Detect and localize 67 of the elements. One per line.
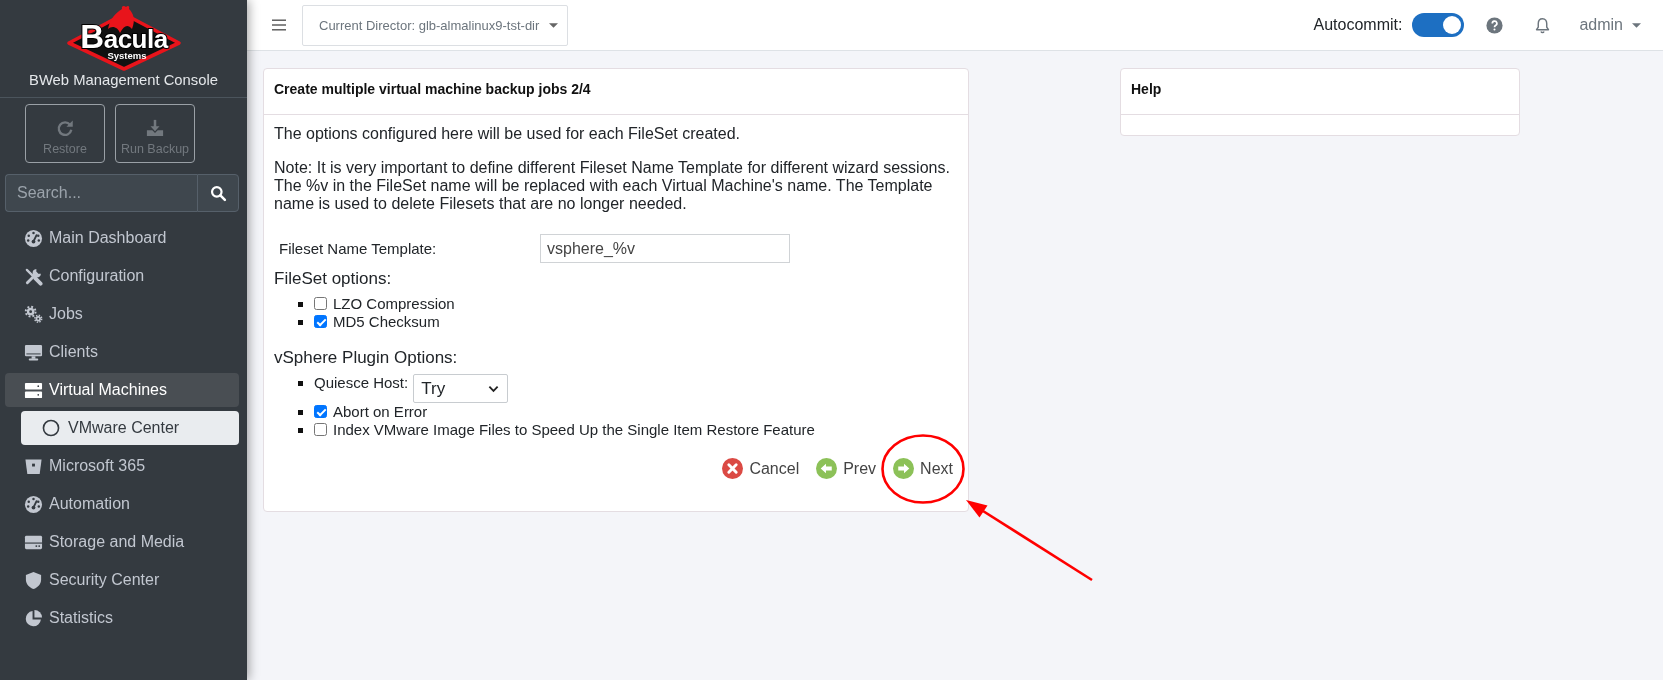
monitor-icon — [24, 342, 43, 362]
menu-item[interactable]: Security Center — [5, 563, 239, 597]
director-dropdown[interactable]: Current Director: glb-almalinux9-tst-dir — [302, 4, 568, 46]
menu-button[interactable] — [270, 17, 288, 33]
circle-icon — [42, 419, 60, 437]
menu-item[interactable]: Configuration — [5, 259, 239, 293]
gauge-icon — [24, 228, 43, 248]
option-label: Index VMware Image Files to Speed Up the Single Item Restore Feature — [333, 421, 815, 439]
bullet-icon — [298, 410, 303, 415]
caret-icon — [1632, 22, 1641, 28]
circular-arrow-icon — [56, 119, 74, 137]
section-heading: FileSet options: — [274, 269, 393, 289]
menu-item[interactable]: Statistics — [5, 601, 239, 635]
card-title: Create multiple virtual machine backup jobs 2/4 — [264, 69, 968, 115]
pie-chart-icon — [24, 608, 43, 628]
option-label: Abort on Error — [333, 403, 428, 421]
search-button[interactable] — [197, 174, 239, 212]
select-dropdown[interactable]: Try — [413, 374, 509, 403]
download-icon — [146, 119, 164, 137]
menu-item[interactable]: Main Dashboard — [5, 221, 239, 255]
checkbox[interactable] — [314, 405, 327, 418]
submenu-item[interactable]: VMware Center — [21, 411, 239, 445]
checkbox[interactable] — [314, 297, 327, 310]
checkbox[interactable] — [314, 423, 327, 436]
bullet-icon — [298, 381, 303, 386]
shield-icon — [24, 570, 43, 590]
search-field[interactable]: Search... — [5, 174, 197, 212]
gauge-icon — [24, 494, 43, 514]
note-text: Note: It is very important to define different Fileset Name Template for different wizard sessions. The %v in the FileSet name will be replaced with each Virtual Machine's name. The Template name is used to delete Filesets that are no longer needed. — [274, 159, 951, 213]
menu-icon — [272, 19, 286, 31]
intro-text: The options configured here will be used for each FileSet created. — [274, 125, 742, 143]
bullet-icon — [298, 302, 303, 307]
tools-icon — [24, 266, 43, 286]
section-heading: vSphere Plugin Options: — [274, 348, 459, 368]
gears-icon — [24, 304, 43, 324]
menu-item[interactable]: Clients — [5, 335, 239, 369]
bullet-icon — [298, 428, 303, 433]
caret-icon — [549, 22, 559, 28]
left-arrow-circle-icon — [816, 458, 838, 479]
server-icon — [24, 380, 43, 400]
search-icon — [209, 184, 227, 202]
bullet-icon — [298, 320, 303, 325]
option-label: MD5 Checksum — [333, 313, 440, 331]
menu-item[interactable]: Microsoft 365 — [5, 449, 239, 483]
menu-item[interactable]: Jobs — [5, 297, 239, 331]
field-label: Fileset Name Template: — [278, 239, 438, 258]
help-icon[interactable] — [1486, 16, 1504, 34]
card-title: Help — [1121, 69, 1519, 115]
menu-item[interactable]: Automation — [5, 487, 239, 521]
user-menu[interactable]: admin — [1579, 16, 1641, 34]
bucket-icon — [24, 456, 43, 476]
logo-tagline: Systems — [106, 49, 147, 61]
right-arrow-circle-icon — [893, 458, 915, 479]
cancel-button[interactable]: Cancel — [722, 458, 800, 479]
console-title: BWeb Management Console — [29, 72, 218, 89]
prev-button[interactable]: Prev — [816, 458, 877, 479]
bell-icon[interactable] — [1534, 16, 1552, 34]
autocommit-toggle[interactable] — [1412, 13, 1465, 37]
template-input[interactable]: vsphere_%v — [540, 234, 790, 263]
chevron-down-icon — [488, 384, 500, 393]
checkbox[interactable] — [314, 315, 327, 328]
autocommit-label: Autocommit: — [1313, 16, 1403, 34]
option-label: Quiesce Host: — [314, 374, 409, 392]
x-circle-icon — [722, 458, 744, 479]
option-label: LZO Compression — [333, 295, 455, 313]
menu-item[interactable]: Storage and Media — [5, 525, 239, 559]
menu-item[interactable]: Virtual Machines — [5, 373, 239, 407]
